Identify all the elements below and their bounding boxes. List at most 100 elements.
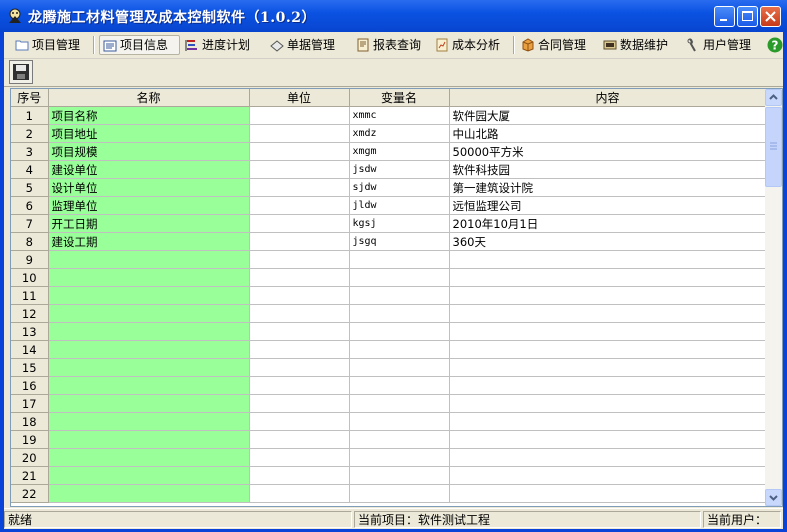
column-header-content[interactable]: 内容 (449, 89, 767, 107)
row-number[interactable]: 18 (11, 412, 49, 431)
cell-variable[interactable]: xmgm (349, 142, 450, 161)
table-row[interactable]: 7 开工日期 kgsj 2010年10月1日 (11, 214, 767, 233)
cell-variable[interactable] (349, 484, 450, 503)
cell-unit[interactable] (249, 124, 350, 143)
cell-unit[interactable] (249, 430, 350, 449)
menu-item-documents[interactable]: 单据管理 (267, 35, 335, 55)
table-row[interactable]: 18 (11, 412, 767, 431)
cell-name[interactable] (48, 286, 250, 305)
row-number[interactable]: 21 (11, 466, 49, 485)
cell-name[interactable]: 项目规模 (48, 142, 250, 161)
cell-variable[interactable] (349, 358, 450, 377)
row-number[interactable]: 1 (11, 106, 49, 125)
cell-variable[interactable]: sjdw (349, 178, 450, 197)
scroll-thumb[interactable] (765, 107, 782, 187)
row-number[interactable]: 4 (11, 160, 49, 179)
cell-name[interactable] (48, 430, 250, 449)
row-number[interactable]: 6 (11, 196, 49, 215)
table-row[interactable]: 1 项目名称 xmmc 软件园大厦 (11, 106, 767, 125)
cell-content[interactable] (449, 484, 767, 503)
cell-content[interactable] (449, 322, 767, 341)
cell-unit[interactable] (249, 448, 350, 467)
row-number[interactable]: 3 (11, 142, 49, 161)
cell-name[interactable] (48, 340, 250, 359)
cell-variable[interactable] (349, 268, 450, 287)
cell-name[interactable]: 建设工期 (48, 232, 250, 251)
scroll-up-button[interactable] (765, 89, 782, 106)
cell-variable[interactable] (349, 376, 450, 395)
cell-variable[interactable] (349, 304, 450, 323)
cell-name[interactable]: 项目名称 (48, 106, 250, 125)
help-icon[interactable]: ? (767, 37, 783, 53)
cell-name[interactable] (48, 466, 250, 485)
cell-name[interactable]: 项目地址 (48, 124, 250, 143)
column-header-variable[interactable]: 变量名 (349, 89, 450, 107)
table-row[interactable]: 15 (11, 358, 767, 377)
cell-name[interactable] (48, 304, 250, 323)
cell-unit[interactable] (249, 178, 350, 197)
table-row[interactable]: 22 (11, 484, 767, 503)
cell-content[interactable] (449, 430, 767, 449)
cell-variable[interactable] (349, 250, 450, 269)
menu-item-data-maintenance[interactable]: 数据维护 (600, 35, 668, 55)
table-row[interactable]: 3 项目规模 xmgm 50000平方米 (11, 142, 767, 161)
cell-unit[interactable] (249, 232, 350, 251)
row-number[interactable]: 2 (11, 124, 49, 143)
cell-unit[interactable] (249, 304, 350, 323)
save-button[interactable] (9, 60, 33, 84)
cell-name[interactable] (48, 358, 250, 377)
cell-name[interactable] (48, 448, 250, 467)
cell-content[interactable] (449, 304, 767, 323)
row-number[interactable]: 16 (11, 376, 49, 395)
cell-variable[interactable] (349, 448, 450, 467)
row-number[interactable]: 10 (11, 268, 49, 287)
cell-variable[interactable] (349, 286, 450, 305)
cell-content[interactable] (449, 340, 767, 359)
table-row[interactable]: 19 (11, 430, 767, 449)
table-row[interactable]: 13 (11, 322, 767, 341)
cell-content[interactable] (449, 412, 767, 431)
cell-unit[interactable] (249, 142, 350, 161)
column-header-unit[interactable]: 单位 (249, 89, 350, 107)
row-number[interactable]: 22 (11, 484, 49, 503)
row-number[interactable]: 14 (11, 340, 49, 359)
row-number[interactable]: 15 (11, 358, 49, 377)
table-row[interactable]: 4 建设单位 jsdw 软件科技园 (11, 160, 767, 179)
column-header-no[interactable]: 序号 (11, 89, 49, 107)
cell-content[interactable]: 中山北路 (449, 124, 767, 143)
menu-item-cost-analysis[interactable]: 成本分析 (432, 35, 500, 55)
cell-variable[interactable] (349, 322, 450, 341)
menu-item-schedule[interactable]: 进度计划 (182, 35, 250, 55)
table-row[interactable]: 14 (11, 340, 767, 359)
cell-variable[interactable]: jldw (349, 196, 450, 215)
close-button[interactable] (760, 6, 781, 27)
menu-item-contracts[interactable]: 合同管理 (518, 35, 586, 55)
cell-content[interactable] (449, 394, 767, 413)
cell-variable[interactable] (349, 430, 450, 449)
scroll-down-button[interactable] (765, 489, 782, 506)
cell-content[interactable]: 软件科技园 (449, 160, 767, 179)
minimize-button[interactable] (714, 6, 735, 27)
table-row[interactable]: 5 设计单位 sjdw 第一建筑设计院 (11, 178, 767, 197)
menu-item-project-management[interactable]: 项目管理 (12, 35, 80, 55)
cell-content[interactable] (449, 268, 767, 287)
cell-variable[interactable]: kgsj (349, 214, 450, 233)
row-number[interactable]: 8 (11, 232, 49, 251)
cell-content[interactable]: 360天 (449, 232, 767, 251)
cell-unit[interactable] (249, 160, 350, 179)
menu-item-user-management[interactable]: 用户管理 (683, 35, 751, 55)
menu-item-project-info[interactable]: 项目信息 (99, 35, 180, 55)
cell-content[interactable]: 软件园大厦 (449, 106, 767, 125)
cell-content[interactable] (449, 448, 767, 467)
cell-name[interactable] (48, 268, 250, 287)
table-row[interactable]: 6 监理单位 jldw 远恒监理公司 (11, 196, 767, 215)
cell-unit[interactable] (249, 322, 350, 341)
cell-unit[interactable] (249, 358, 350, 377)
cell-name[interactable]: 建设单位 (48, 160, 250, 179)
cell-content[interactable]: 远恒监理公司 (449, 196, 767, 215)
table-row[interactable]: 10 (11, 268, 767, 287)
cell-variable[interactable]: jsdw (349, 160, 450, 179)
table-row[interactable]: 2 项目地址 xmdz 中山北路 (11, 124, 767, 143)
cell-name[interactable] (48, 394, 250, 413)
row-number[interactable]: 17 (11, 394, 49, 413)
